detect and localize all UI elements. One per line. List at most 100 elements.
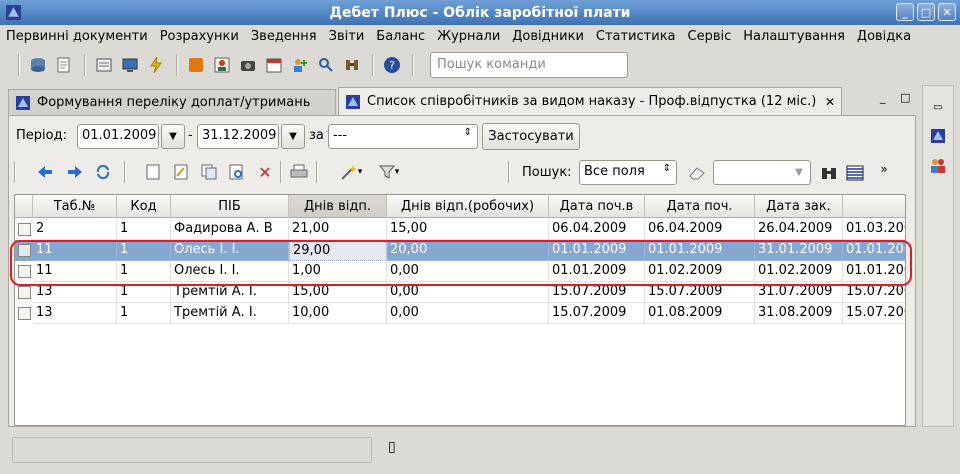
cell-code[interactable]: 1 xyxy=(117,261,171,282)
cell-end[interactable]: 31.08.2009 xyxy=(755,303,843,324)
cell-work-days[interactable]: 0,00 xyxy=(387,282,549,303)
cell-extra[interactable]: 15.07.2009 xyxy=(843,303,905,324)
camera-icon[interactable] xyxy=(236,53,260,77)
cell-start[interactable]: 01.08.2009 xyxy=(645,303,755,324)
cell-tab-number[interactable]: 11 xyxy=(33,240,117,261)
column-header-extra[interactable] xyxy=(843,195,905,218)
menu-item[interactable]: Довідка xyxy=(851,29,917,44)
cell-code[interactable]: 1 xyxy=(117,282,171,303)
menu-item[interactable]: Зведення xyxy=(245,29,323,44)
cell-tab-number[interactable]: 13 xyxy=(33,282,117,303)
cell-end[interactable]: 26.04.2009 xyxy=(755,219,843,240)
column-header-work-days[interactable]: Днів відп.(робочих) xyxy=(387,195,549,218)
calendar-icon[interactable] xyxy=(262,53,286,77)
cell-days[interactable]: 29,00 xyxy=(289,240,387,261)
users-icon[interactable] xyxy=(929,156,947,174)
cell-work-days[interactable]: 20,00 xyxy=(387,240,549,261)
add-user-icon[interactable] xyxy=(288,53,312,77)
delete-icon[interactable]: ✕ xyxy=(256,163,274,182)
help-icon[interactable]: ? xyxy=(380,53,404,77)
cell-name[interactable]: Фадирова А. В xyxy=(171,219,289,240)
cell-work-days[interactable]: 15,00 xyxy=(387,219,549,240)
cell-days[interactable]: 10,00 xyxy=(289,303,387,324)
cell-name[interactable]: Тремтій А. І. xyxy=(171,282,289,303)
cell-name[interactable]: Олесь І. І. xyxy=(171,240,289,261)
table-row[interactable]: 13 1 Тремтій А. І. 10,00 0,00 15.07.2009 01.08… xyxy=(15,303,905,324)
row-checkbox[interactable] xyxy=(18,265,31,278)
column-header-tab-number[interactable]: Таб.№ xyxy=(33,195,117,218)
overflow-chevron-icon[interactable]: » xyxy=(872,160,896,178)
cell-days[interactable]: 1,00 xyxy=(289,261,387,282)
row-checkbox[interactable] xyxy=(18,223,31,236)
view-record-icon[interactable] xyxy=(228,163,246,181)
menu-item[interactable]: Розрахунки xyxy=(154,29,245,44)
cell-name[interactable]: Олесь І. І. xyxy=(171,261,289,282)
menu-item[interactable]: Довідники xyxy=(506,29,590,44)
cell-code[interactable]: 1 xyxy=(117,219,171,240)
row-checkbox[interactable] xyxy=(18,307,31,320)
cell-start-v[interactable]: 15.07.2009 xyxy=(549,282,645,303)
cell-extra[interactable]: 01.03.2009 xyxy=(843,219,905,240)
cell-work-days[interactable]: 0,00 xyxy=(387,303,549,324)
cell-start-v[interactable]: 06.04.2009 xyxy=(549,219,645,240)
menu-item[interactable]: Сервіс xyxy=(682,29,738,44)
dock-restore-icon[interactable]: ▭ xyxy=(933,102,942,113)
database-icon[interactable] xyxy=(26,53,50,77)
tab-allowances[interactable]: Формування переліку доплат/утримань xyxy=(8,89,336,115)
column-header-start-v[interactable]: Дата поч.в xyxy=(549,195,645,218)
cell-code[interactable]: 1 xyxy=(117,240,171,261)
cell-end[interactable]: 31.07.2009 xyxy=(755,282,843,303)
for-select[interactable]: --- ⇕ xyxy=(328,124,478,149)
apply-button[interactable]: Застосувати xyxy=(482,123,580,150)
restore-tab-icon[interactable]: □ xyxy=(900,91,910,104)
maximize-button[interactable]: □ xyxy=(917,3,935,21)
tab-employee-list[interactable]: Список співробітників за видом наказу - … xyxy=(338,87,842,115)
menu-item[interactable]: Баланс xyxy=(370,29,431,44)
minimize-tab-icon[interactable]: _ xyxy=(880,91,886,104)
command-search-input[interactable]: Пошук команди xyxy=(430,52,628,78)
row-checkbox[interactable] xyxy=(18,286,31,299)
cell-end[interactable]: 01.02.2009 xyxy=(755,261,843,282)
cell-start[interactable]: 06.04.2009 xyxy=(645,219,755,240)
cell-start-v[interactable]: 01.01.2009 xyxy=(549,261,645,282)
orange-box-icon[interactable] xyxy=(184,53,208,77)
refresh-icon[interactable] xyxy=(94,163,112,181)
cell-end[interactable]: 31.01.2009 xyxy=(755,240,843,261)
menu-item[interactable]: Первинні документи xyxy=(0,29,154,44)
person-card-icon[interactable] xyxy=(210,53,234,77)
menu-item[interactable]: Журнали xyxy=(431,29,506,44)
cell-days[interactable]: 21,00 xyxy=(289,219,387,240)
cell-start[interactable]: 15.07.2009 xyxy=(645,282,755,303)
new-record-icon[interactable] xyxy=(144,163,162,181)
cell-start-v[interactable]: 01.01.2009 xyxy=(549,240,645,261)
column-header-name[interactable]: ПІБ xyxy=(171,195,289,218)
cell-start[interactable]: 01.01.2009 xyxy=(645,240,755,261)
cell-extra[interactable]: 01.01.2009 xyxy=(843,240,905,261)
cell-days[interactable]: 15,00 xyxy=(289,282,387,303)
column-header-days[interactable]: Днів відп. xyxy=(289,195,387,218)
cell-extra[interactable]: 01.01.2009 xyxy=(843,261,905,282)
date-from-input[interactable]: 01.01.2009 xyxy=(77,124,159,149)
cell-work-days[interactable]: 0,00 xyxy=(387,261,549,282)
copy-record-icon[interactable] xyxy=(200,163,218,181)
new-document-icon[interactable] xyxy=(52,53,76,77)
menu-item[interactable]: Статистика xyxy=(590,29,682,44)
table-row[interactable]: 11 1 Олесь І. І. 29,00 20,00 01.01.2009 01.01.… xyxy=(15,240,905,261)
column-header-code[interactable]: Код xyxy=(117,195,171,218)
arrow-right-icon[interactable] xyxy=(66,163,84,181)
date-to-input[interactable]: 31.12.2009 xyxy=(197,124,279,149)
table-row[interactable]: 11 1 Олесь І. І. 1,00 0,00 01.01.2009 01.02.20… xyxy=(15,261,905,282)
binoculars-icon[interactable] xyxy=(820,164,838,182)
cell-tab-number[interactable]: 11 xyxy=(33,261,117,282)
cell-tab-number[interactable]: 13 xyxy=(33,303,117,324)
document-icon[interactable] xyxy=(930,128,946,144)
menu-item[interactable]: Звіти xyxy=(323,29,371,44)
cell-code[interactable]: 1 xyxy=(117,303,171,324)
header-corner[interactable] xyxy=(15,195,33,218)
table-row[interactable]: 13 1 Тремтій А. І. 15,00 0,00 15.07.2009 15.07… xyxy=(15,282,905,303)
filter-icon[interactable]: ▾ xyxy=(374,163,404,181)
print-icon[interactable] xyxy=(290,163,308,181)
menu-item[interactable]: Налаштування xyxy=(737,29,851,44)
report-icon[interactable] xyxy=(92,53,116,77)
chevron-down-icon[interactable]: ▼ xyxy=(281,124,305,149)
